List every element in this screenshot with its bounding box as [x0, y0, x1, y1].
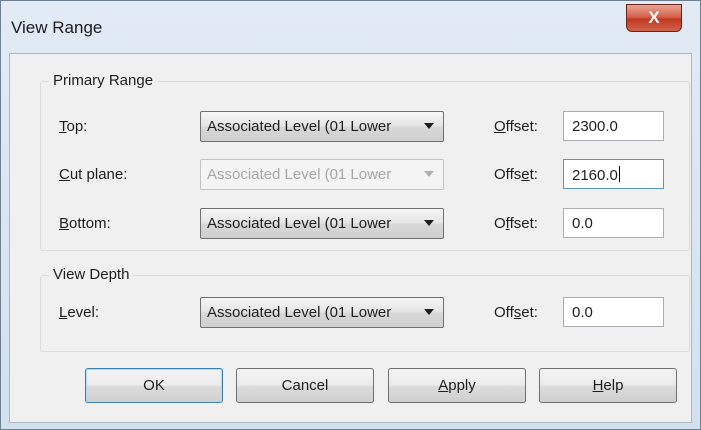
view-depth-offset-input[interactable]: 0.0	[563, 297, 664, 327]
cut-plane-label: Cut plane:	[59, 166, 128, 183]
view-range-dialog: View Range X Primary Range Top: Associat…	[0, 0, 701, 430]
primary-range-legend: Primary Range	[49, 72, 158, 89]
cut-plane-level-dropdown[interactable]: Associated Level (01 Lower	[200, 159, 444, 190]
text-caret	[618, 166, 620, 182]
bottom-offset-label: Offset:	[494, 215, 538, 232]
cut-plane-offset-label: Offset:	[494, 166, 538, 183]
cut-plane-level-value: Associated Level (01 Lower	[207, 166, 392, 183]
top-offset-input[interactable]: 2300.0	[563, 111, 664, 141]
level-label: Level:	[59, 304, 100, 321]
chevron-down-icon	[424, 220, 434, 226]
cancel-button[interactable]: Cancel	[236, 368, 374, 403]
ok-button[interactable]: OK	[85, 368, 223, 403]
view-depth-legend: View Depth	[49, 266, 134, 283]
cut-plane-offset-input[interactable]: 2160.0	[563, 159, 664, 189]
close-button[interactable]: X	[626, 4, 682, 32]
help-button[interactable]: Help	[539, 368, 677, 403]
close-icon: X	[648, 8, 660, 27]
top-level-dropdown[interactable]: Associated Level (01 Lower	[200, 111, 444, 142]
top-level-value: Associated Level (01 Lower	[207, 118, 392, 135]
title-bar[interactable]: View Range X	[1, 1, 700, 51]
chevron-down-icon	[424, 123, 434, 129]
bottom-level-value: Associated Level (01 Lower	[207, 215, 392, 232]
top-label: Top:	[59, 118, 88, 135]
bottom-label: Bottom:	[59, 215, 111, 232]
view-depth-offset-label: Offset:	[494, 304, 538, 321]
bottom-level-dropdown[interactable]: Associated Level (01 Lower	[200, 208, 444, 239]
bottom-offset-input[interactable]: 0.0	[563, 208, 664, 238]
dialog-title: View Range	[11, 18, 103, 37]
apply-button[interactable]: Apply	[388, 368, 526, 403]
dialog-body: Primary Range Top: Associated Level (01 …	[9, 53, 692, 423]
chevron-down-icon	[424, 309, 434, 315]
chevron-down-icon	[424, 171, 434, 177]
view-depth-level-dropdown[interactable]: Associated Level (01 Lower	[200, 297, 444, 328]
top-offset-label: Offset:	[494, 118, 538, 135]
view-depth-level-value: Associated Level (01 Lower	[207, 304, 392, 321]
